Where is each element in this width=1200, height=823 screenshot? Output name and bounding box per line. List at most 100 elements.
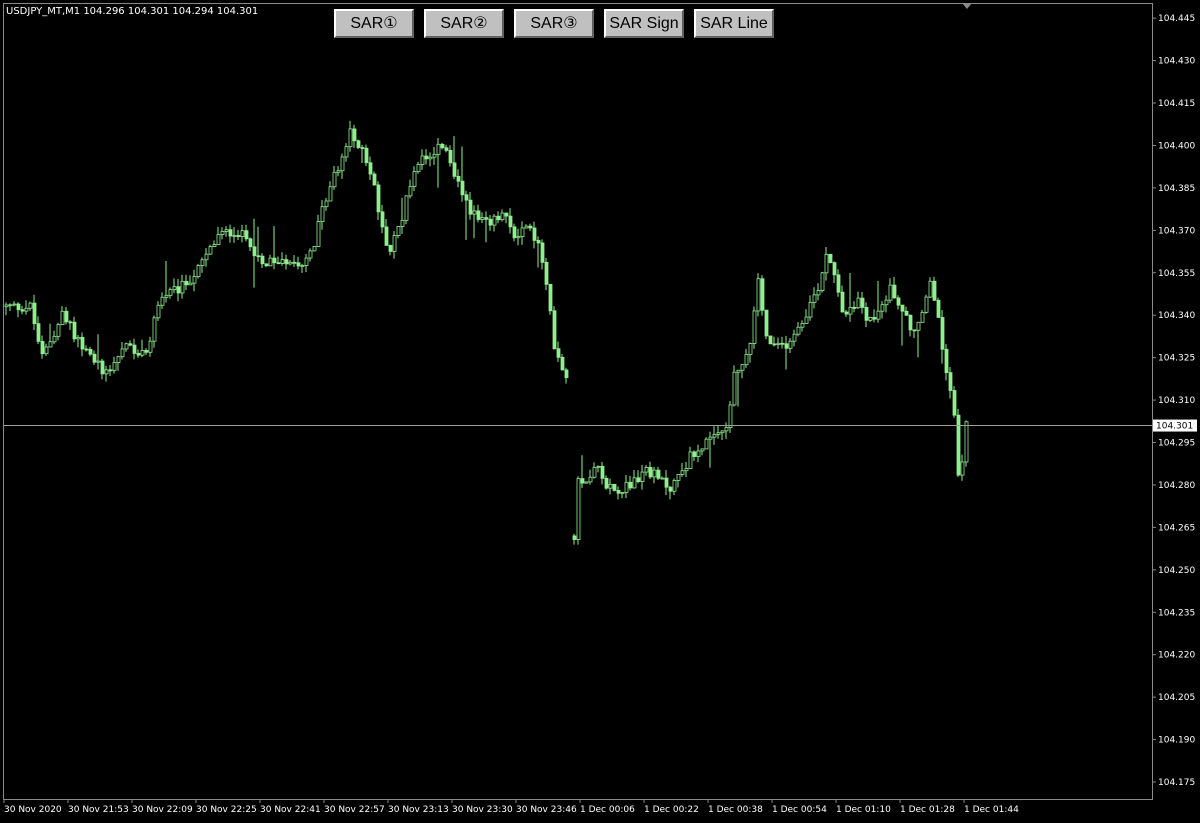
candle <box>652 466 657 484</box>
candle <box>924 294 929 314</box>
candle <box>912 329 917 339</box>
candle <box>392 231 397 259</box>
candle <box>628 476 633 491</box>
candle <box>464 190 469 240</box>
candle <box>328 181 333 202</box>
candle <box>960 454 965 481</box>
candle <box>700 448 705 456</box>
y-axis-label: 104.415 <box>1158 99 1195 109</box>
candle <box>660 476 665 480</box>
candle <box>236 229 241 241</box>
candle <box>848 272 853 322</box>
candle <box>764 309 769 340</box>
y-axis-label: 104.250 <box>1158 566 1195 576</box>
candle <box>344 143 349 162</box>
candle <box>424 149 429 165</box>
candle <box>212 240 217 248</box>
candle <box>708 431 713 468</box>
candle <box>284 254 289 270</box>
price-chart[interactable]: 104.301 104.445 104.430 104.415 104.400 104.… <box>0 0 1200 823</box>
candle <box>676 473 681 488</box>
candle <box>308 248 313 262</box>
candle <box>224 225 229 237</box>
candle <box>516 228 521 246</box>
candle <box>316 214 321 247</box>
candle <box>540 239 545 270</box>
candle <box>252 218 257 288</box>
candle <box>8 303 13 311</box>
candle <box>608 478 613 495</box>
candle <box>528 223 533 232</box>
candle <box>612 483 617 492</box>
candle <box>292 255 297 267</box>
candle <box>232 227 237 243</box>
candle <box>244 224 249 242</box>
candle <box>164 261 169 303</box>
candle <box>340 153 345 179</box>
sar1-button[interactable]: SAR① <box>334 9 414 38</box>
candle <box>624 475 629 499</box>
candle <box>368 156 373 180</box>
y-axis-label: 104.340 <box>1158 311 1195 321</box>
sar2-button[interactable]: SAR② <box>424 9 504 38</box>
candle <box>60 306 65 326</box>
candle <box>356 139 361 149</box>
candle <box>488 215 493 231</box>
candle <box>40 335 45 359</box>
candle <box>732 365 737 407</box>
x-axis-label: 1 Dec 01:10 <box>836 805 891 815</box>
candle <box>784 335 789 370</box>
y-axis-label: 104.310 <box>1158 396 1195 406</box>
candle <box>696 444 701 463</box>
candle <box>452 136 457 180</box>
chart-shift-marker-icon[interactable] <box>962 3 972 9</box>
candle <box>552 306 557 350</box>
candle <box>668 485 673 500</box>
candle <box>808 295 813 321</box>
candle <box>964 420 969 467</box>
sar-sign-button[interactable]: SAR Sign <box>604 9 684 38</box>
candle <box>216 226 221 245</box>
candle <box>892 276 897 299</box>
candle <box>276 256 281 265</box>
candle <box>260 253 265 268</box>
candle <box>840 285 845 313</box>
candle <box>856 291 861 310</box>
candle <box>184 274 189 291</box>
candle <box>888 278 893 303</box>
candle <box>868 316 873 322</box>
x-axis-label: 30 Nov 22:25 <box>196 805 257 815</box>
candle <box>228 224 233 243</box>
candle <box>460 146 465 202</box>
candle <box>208 244 213 255</box>
sar3-button[interactable]: SAR③ <box>514 9 594 38</box>
y-axis-label: 104.265 <box>1158 523 1195 533</box>
candle <box>20 305 25 315</box>
candle <box>72 316 77 343</box>
candle <box>16 302 21 318</box>
sar-line-button[interactable]: SAR Line <box>694 9 774 38</box>
candle <box>664 470 669 495</box>
y-axis-label: 104.280 <box>1158 481 1195 491</box>
candle <box>900 304 905 346</box>
x-axis-label: 30 Nov 23:30 <box>452 805 513 815</box>
candle <box>440 142 445 150</box>
candle <box>916 321 921 358</box>
candle <box>444 144 449 153</box>
y-axis-label: 104.445 <box>1158 14 1195 24</box>
candle <box>928 277 933 299</box>
candle <box>492 214 497 232</box>
candle <box>940 309 945 364</box>
candle <box>720 430 725 441</box>
candle <box>860 292 865 314</box>
candle <box>332 165 337 190</box>
y-axis-label: 104.205 <box>1158 693 1195 703</box>
candle <box>796 322 801 337</box>
candle <box>412 166 417 192</box>
y-axis-label: 104.295 <box>1158 439 1195 449</box>
candle <box>772 336 777 347</box>
candle <box>352 124 357 148</box>
candle <box>148 336 153 357</box>
candle <box>500 209 505 222</box>
candle <box>852 301 857 313</box>
